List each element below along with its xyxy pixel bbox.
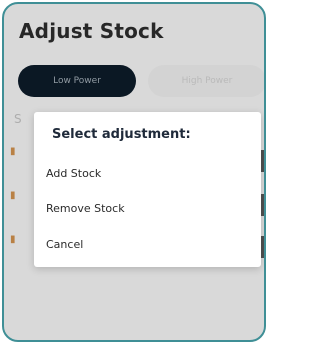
remove-stock-option[interactable]: Remove Stock	[46, 202, 125, 215]
app-frame: Adjust Stock Low Power High Power S ▮ ▮ …	[0, 0, 274, 347]
adjust-stock-screen: Adjust Stock Low Power High Power S ▮ ▮ …	[2, 2, 266, 342]
cancel-option[interactable]: Cancel	[46, 238, 83, 251]
dialog-title: Select adjustment:	[52, 127, 191, 142]
add-stock-option[interactable]: Add Stock	[46, 167, 101, 180]
adjustment-dialog: Select adjustment: Add Stock Remove Stoc…	[34, 112, 261, 267]
